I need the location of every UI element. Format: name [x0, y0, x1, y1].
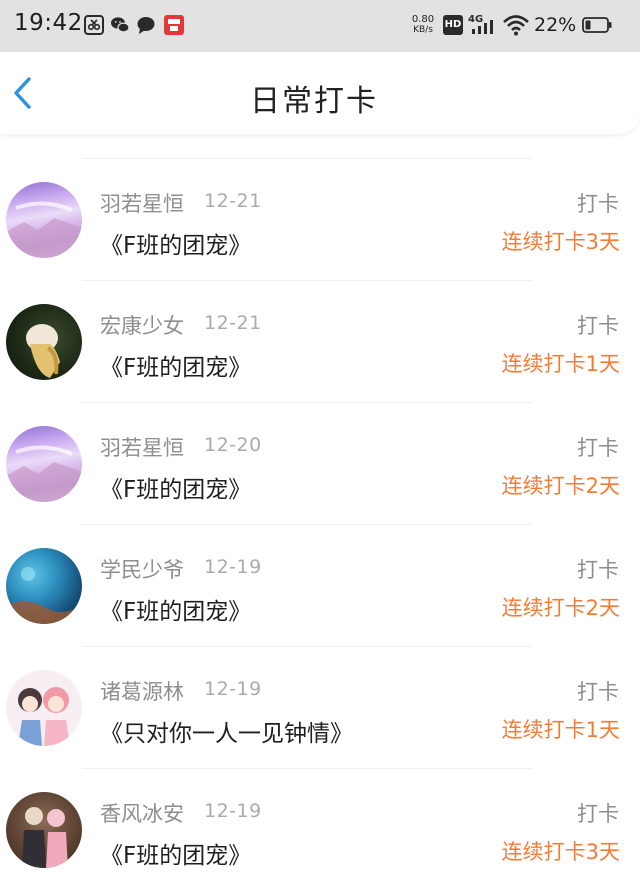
book-title[interactable]: 《F班的团宠》 [100, 348, 251, 382]
book-title[interactable]: 《只对你一人一见钟情》 [100, 714, 353, 748]
user-name[interactable]: 诸葛源林 [100, 676, 184, 706]
network-speed-unit: KB/s [413, 25, 433, 35]
status-time: 19:42 [14, 10, 83, 36]
network-type-label: 4G [468, 14, 483, 25]
checkin-label: 打卡 [577, 436, 619, 460]
user-name[interactable]: 宏康少女 [100, 310, 184, 340]
network-speed: 0.80 KB/s [408, 14, 438, 36]
page-title: 日常打卡 [250, 84, 378, 119]
checkin-date: 12-19 [204, 800, 262, 822]
checkin-label: 打卡 [577, 680, 619, 704]
checkin-label: 打卡 [577, 802, 619, 826]
checkin-row[interactable]: 羽若星恒 12-21 《F班的团宠》 打卡 连续打卡3天 [0, 158, 640, 280]
battery-percent: 22% [534, 14, 577, 36]
app-notification-icon [164, 15, 184, 35]
checkin-date: 12-21 [204, 312, 262, 334]
app-header: 日常打卡 [0, 52, 640, 134]
checkin-row[interactable]: 诸葛源林 12-19 《只对你一人一见钟情》 打卡 连续打卡1天 [0, 646, 640, 768]
streak-label: 连续打卡2天 [501, 596, 620, 620]
message-icon [137, 17, 155, 34]
streak-label: 连续打卡1天 [501, 718, 620, 742]
avatar-image [18, 687, 70, 746]
book-title[interactable]: 《F班的团宠》 [100, 470, 251, 504]
hd-icon: HD [443, 15, 463, 35]
avatar-image [6, 567, 82, 624]
checkin-date: 12-19 [204, 556, 262, 578]
checkin-row[interactable]: 香风冰安 12-19 《F班的团宠》 打卡 连续打卡3天 [0, 768, 640, 890]
checkin-label: 打卡 [577, 314, 619, 338]
checkin-row[interactable]: 宏康少女 12-21 《F班的团宠》 打卡 连续打卡1天 [0, 280, 640, 402]
checkin-row[interactable]: 学民少爷 12-19 《F班的团宠》 打卡 连续打卡2天 [0, 524, 640, 646]
network-speed-value: 0.80 [411, 14, 435, 25]
book-title[interactable]: 《F班的团宠》 [100, 836, 251, 870]
wifi-icon [503, 15, 529, 36]
checkin-label: 打卡 [577, 192, 619, 216]
checkin-date: 12-20 [204, 434, 262, 456]
avatar[interactable] [6, 426, 82, 502]
avatar-image [26, 324, 60, 378]
avatar-image [22, 807, 68, 868]
avatar[interactable] [6, 304, 82, 380]
battery-icon [582, 17, 612, 33]
avatar-image [6, 445, 82, 502]
avatar[interactable] [6, 670, 82, 746]
book-title[interactable]: 《F班的团宠》 [100, 226, 251, 260]
checkin-label: 打卡 [577, 558, 619, 582]
checkin-date: 12-19 [204, 678, 262, 700]
streak-label: 连续打卡1天 [501, 352, 620, 376]
streak-label: 连续打卡3天 [501, 230, 620, 254]
avatar[interactable] [6, 792, 82, 868]
streak-label: 连续打卡2天 [501, 474, 620, 498]
avatar[interactable] [6, 548, 82, 624]
user-name[interactable]: 香风冰安 [100, 798, 184, 828]
screen-capture-icon [84, 15, 104, 35]
avatar[interactable] [6, 182, 82, 258]
status-bar: 19:42 0.80 KB/s HD 4G 22% [0, 0, 640, 52]
book-title[interactable]: 《F班的团宠》 [100, 592, 251, 626]
wechat-icon [111, 17, 130, 33]
checkin-row[interactable]: 羽若星恒 12-20 《F班的团宠》 打卡 连续打卡2天 [0, 402, 640, 524]
checkin-date: 12-21 [204, 190, 262, 212]
signal-4g-icon: 4G [468, 14, 493, 34]
streak-label: 连续打卡3天 [501, 840, 620, 864]
avatar-image [6, 201, 82, 258]
user-name[interactable]: 羽若星恒 [100, 188, 184, 218]
user-name[interactable]: 羽若星恒 [100, 432, 184, 462]
user-name[interactable]: 学民少爷 [100, 554, 184, 584]
